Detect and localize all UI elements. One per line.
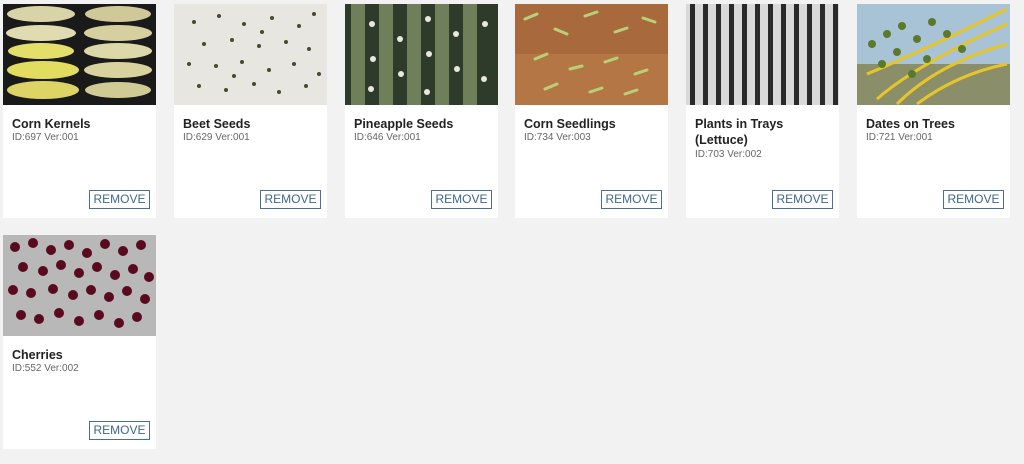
corn-kernels-thumbnail <box>3 4 156 105</box>
remove-button[interactable]: REMOVE <box>260 190 321 209</box>
dataset-card[interactable]: Plants in Trays (Lettuce) ID:703 Ver:002… <box>686 4 839 218</box>
card-id-version: ID:629 Ver:001 <box>183 132 250 143</box>
pineapple-seeds-thumbnail <box>345 4 498 105</box>
card-title: Corn Kernels <box>12 117 91 131</box>
card-id-version: ID:552 Ver:002 <box>12 363 79 374</box>
card-id-version: ID:734 Ver:003 <box>524 132 591 143</box>
corn-seedlings-thumbnail <box>515 4 668 105</box>
card-title: Dates on Trees <box>866 117 955 131</box>
remove-button[interactable]: REMOVE <box>431 190 492 209</box>
card-title: Beet Seeds <box>183 117 251 131</box>
remove-button[interactable]: REMOVE <box>89 190 150 209</box>
dataset-card[interactable]: Beet Seeds ID:629 Ver:001 REMOVE <box>174 4 327 218</box>
dataset-card[interactable]: Corn Seedlings ID:734 Ver:003 REMOVE <box>515 4 668 218</box>
card-title: Cherries <box>12 348 63 362</box>
card-id-version: ID:646 Ver:001 <box>354 132 421 143</box>
beet-seeds-thumbnail <box>174 4 327 105</box>
dataset-card[interactable]: Dates on Trees ID:721 Ver:001 REMOVE <box>857 4 1010 218</box>
card-id-version: ID:703 Ver:002 <box>695 149 762 160</box>
card-title: Pineapple Seeds <box>354 117 454 131</box>
card-id-version: ID:721 Ver:001 <box>866 132 933 143</box>
cherries-thumbnail <box>3 235 156 336</box>
remove-button[interactable]: REMOVE <box>601 190 662 209</box>
card-title: Corn Seedlings <box>524 117 616 131</box>
remove-button[interactable]: REMOVE <box>89 421 150 440</box>
remove-button[interactable]: REMOVE <box>772 190 833 209</box>
dataset-card[interactable]: Corn Kernels ID:697 Ver:001 REMOVE <box>3 4 156 218</box>
card-title: Plants in Trays (Lettuce) <box>695 117 784 147</box>
plants-in-trays-thumbnail <box>686 4 839 105</box>
dataset-card[interactable]: Pineapple Seeds ID:646 Ver:001 REMOVE <box>345 4 498 218</box>
dataset-card[interactable]: Cherries ID:552 Ver:002 REMOVE <box>3 235 156 449</box>
card-id-version: ID:697 Ver:001 <box>12 132 79 143</box>
dates-on-trees-thumbnail <box>857 4 1010 105</box>
remove-button[interactable]: REMOVE <box>943 190 1004 209</box>
